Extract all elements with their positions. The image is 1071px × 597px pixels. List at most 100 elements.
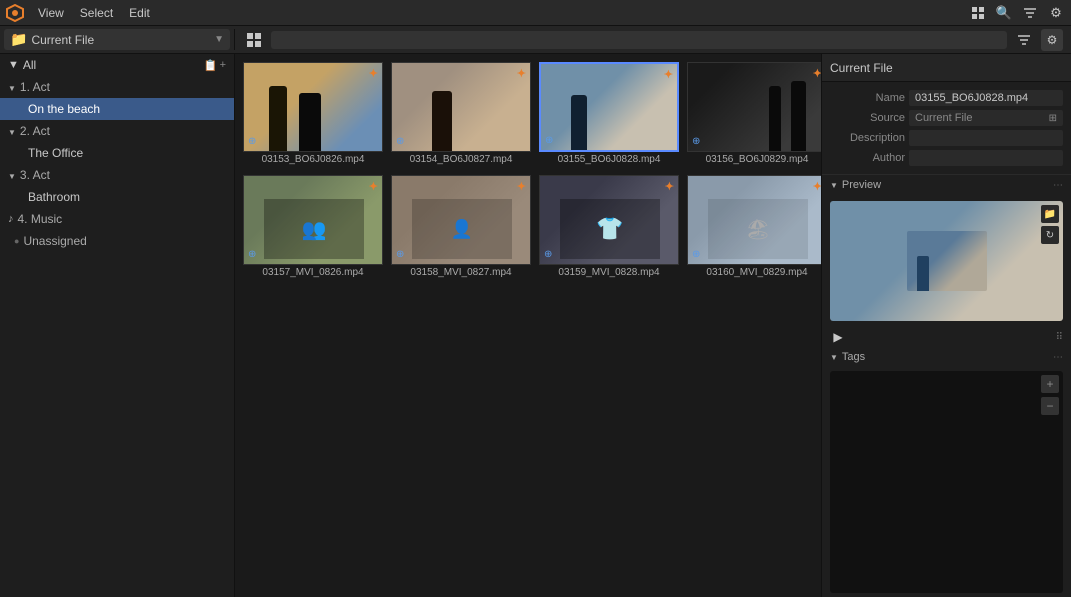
search-input[interactable]: [271, 31, 1007, 49]
menu-view[interactable]: View: [30, 4, 72, 22]
preview-right-icons: 📁 ↻: [1041, 205, 1059, 244]
current-file-dropdown[interactable]: 📁 Current File ▼: [4, 29, 230, 50]
sync-icon-2: ⊕: [545, 135, 553, 146]
right-panel-header-label: Current File: [830, 61, 893, 75]
sidebar-group-1act-header[interactable]: 1. Act: [0, 76, 234, 98]
unassigned-label: Unassigned: [23, 234, 86, 248]
preview-refresh-icon[interactable]: ↻: [1041, 226, 1059, 244]
sidebar-group-1act: 1. Act On the beach: [0, 76, 234, 120]
filter-top-icon[interactable]: [1019, 2, 1041, 24]
menu-edit[interactable]: Edit: [121, 4, 158, 22]
current-file-arrow-icon: ▼: [214, 34, 224, 45]
blender-icon-4: ✦: [369, 180, 378, 193]
blender-icon-2: ✦: [664, 68, 673, 81]
grid-layout-icons: [243, 29, 265, 51]
prop-description-label: Description: [830, 132, 905, 144]
sidebar-item-on-the-beach[interactable]: On the beach: [0, 98, 234, 120]
main-toolbar: ⚙: [235, 29, 1071, 51]
search-top-icon[interactable]: 🔍: [993, 2, 1015, 24]
current-file-folder-icon: 📁: [10, 31, 27, 48]
media-item-3[interactable]: ✦ ⊕ 03156_BO6J0829.mp4: [687, 62, 821, 167]
prop-source-row: Source Current File ⊞: [822, 108, 1071, 128]
media-item-4[interactable]: 👥 ✦ ⊕ 03157_MVI_0826.mp4: [243, 175, 383, 280]
media-item-2[interactable]: ✦ ⊕ 03155_BO6J0828.mp4: [539, 62, 679, 167]
tags-section-header[interactable]: Tags ⋯: [822, 347, 1071, 367]
media-item-1[interactable]: ✦ ⊕ 03154_BO6J0827.mp4: [391, 62, 531, 167]
media-item-0[interactable]: ✦ ⊕ 03153_BO6J0826.mp4: [243, 62, 383, 167]
prop-author-row: Author: [822, 148, 1071, 168]
media-item-5[interactable]: 👤 ✦ ⊕ 03158_MVI_0827.mp4: [391, 175, 531, 280]
prop-source-label: Source: [830, 112, 905, 124]
music-icon: ♪: [8, 213, 14, 225]
grid-view-icon[interactable]: [967, 2, 989, 24]
sidebar-group-2act-header[interactable]: 2. Act: [0, 120, 234, 142]
media-label-5: 03158_MVI_0827.mp4: [391, 265, 531, 280]
preview-thumbnail: [830, 201, 1063, 321]
tags-add-button[interactable]: +: [1041, 375, 1059, 393]
prop-description-row: Description: [822, 128, 1071, 148]
right-panel-header: Current File: [822, 54, 1071, 82]
media-thumb-1: ✦ ⊕: [391, 62, 531, 152]
menu-select[interactable]: Select: [72, 4, 121, 22]
group3-arrow-icon: [8, 168, 16, 182]
preview-grid-dots-icon: ⠿: [1056, 332, 1063, 343]
media-thumb-0: ✦ ⊕: [243, 62, 383, 152]
tags-area: + −: [830, 371, 1063, 593]
prop-source-value[interactable]: Current File ⊞: [909, 110, 1063, 126]
sync-icon-0: ⊕: [248, 136, 256, 147]
media-label-0: 03153_BO6J0826.mp4: [243, 152, 383, 167]
preview-controls: ▶ ⠿: [822, 327, 1071, 347]
prop-description-input[interactable]: [909, 130, 1063, 146]
prop-name-input[interactable]: [909, 90, 1063, 106]
preview-menu-icon[interactable]: ⋯: [1053, 180, 1063, 191]
preview-section-header[interactable]: Preview ⋯: [822, 175, 1071, 195]
media-item-7[interactable]: 🏖 ✦ ⊕ 03160_MVI_0829.mp4: [687, 175, 821, 280]
sidebar-all-icons: 📋 +: [204, 59, 226, 72]
sidebar-item-bathroom[interactable]: Bathroom: [0, 186, 234, 208]
filter-icon[interactable]: [1013, 29, 1035, 51]
blender-icon-7: ✦: [813, 180, 821, 193]
preview-label: Preview: [842, 179, 1049, 191]
current-file-label: Current File: [31, 33, 210, 47]
media-thumb-5: 👤 ✦ ⊕: [391, 175, 531, 265]
app-logo: [4, 2, 26, 24]
sync-icon-4: ⊕: [248, 249, 256, 260]
prop-name-label: Name: [830, 92, 905, 104]
preview-box: 📁 ↻: [830, 201, 1063, 321]
sync-icon-1: ⊕: [396, 136, 404, 147]
group1-arrow-icon: [8, 80, 16, 94]
media-thumb-6: 👕 ✦ ⊕: [539, 175, 679, 265]
preview-folder-icon[interactable]: 📁: [1041, 205, 1059, 223]
sidebar-add-icon[interactable]: +: [220, 59, 226, 72]
preview-play-button[interactable]: ▶: [830, 329, 846, 345]
blender-icon-3: ✦: [813, 67, 821, 80]
media-grid-area: ✦ ⊕ 03153_BO6J0826.mp4 ✦ ⊕ 03154_BO6J082…: [235, 54, 821, 597]
media-label-2: 03155_BO6J0828.mp4: [539, 152, 679, 167]
media-thumb-3: ✦ ⊕: [687, 62, 821, 152]
sidebar-group-3act: 3. Act Bathroom: [0, 164, 234, 208]
tags-arrow-icon: [830, 352, 838, 362]
group2-arrow-icon: [8, 124, 16, 138]
prop-author-input[interactable]: [909, 150, 1063, 166]
sidebar-item-the-office[interactable]: The Office: [0, 142, 234, 164]
tags-minus-button[interactable]: −: [1041, 397, 1059, 415]
tags-menu-icon[interactable]: ⋯: [1053, 352, 1063, 363]
sidebar-group-3act-header[interactable]: 3. Act: [0, 164, 234, 186]
top-menubar: View Select Edit 🔍 ⚙: [0, 0, 1071, 26]
tags-label: Tags: [842, 351, 1049, 363]
layout-grid-icon[interactable]: [243, 29, 265, 51]
sidebar-item-all[interactable]: ▼ All 📋 +: [0, 54, 234, 76]
media-item-6[interactable]: 👕 ✦ ⊕ 03159_MVI_0828.mp4: [539, 175, 679, 280]
media-thumb-4: 👥 ✦ ⊕: [243, 175, 383, 265]
group3-label: 3. Act: [20, 168, 50, 182]
settings-icon[interactable]: ⚙: [1041, 29, 1063, 51]
media-label-7: 03160_MVI_0829.mp4: [687, 265, 821, 280]
sidebar-item-music[interactable]: ♪ 4. Music: [0, 208, 234, 230]
sidebar-group-2act: 2. Act The Office: [0, 120, 234, 164]
sidebar-all-icon: ▼: [8, 59, 19, 71]
media-thumb-7: 🏖 ✦ ⊕: [687, 175, 821, 265]
settings-top-icon[interactable]: ⚙: [1045, 2, 1067, 24]
prop-name-row: Name: [822, 88, 1071, 108]
sidebar-item-unassigned[interactable]: ● Unassigned: [0, 230, 234, 252]
sidebar: ▼ All 📋 + 1. Act On the beach 2. Act: [0, 54, 235, 597]
